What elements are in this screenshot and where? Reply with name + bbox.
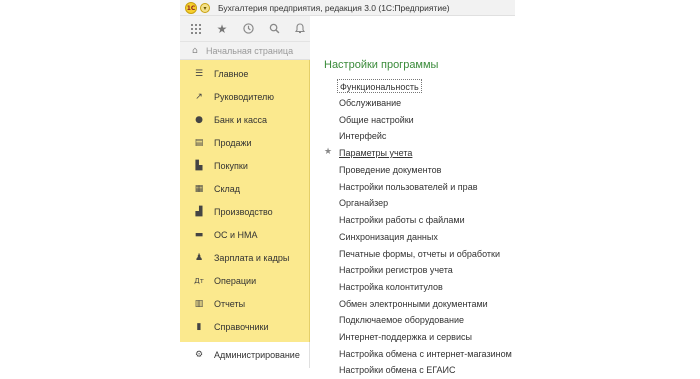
title-bar: 1С ▾ Бухгалтерия предприятия, редакция 3… xyxy=(180,0,515,16)
sidebar-item-warehouse[interactable]: ▦ Склад xyxy=(180,177,310,200)
sections-sidebar: ☰ Главное ↗ Руководителю ● Банк и касса … xyxy=(180,60,310,342)
settings-link[interactable]: Параметры учета xyxy=(339,146,412,160)
settings-link[interactable]: Настройки работы с файлами xyxy=(339,213,465,227)
sidebar-item-reports[interactable]: ▥ Отчеты xyxy=(180,292,310,315)
people-icon: ♟ xyxy=(194,252,204,263)
book-icon: ▮ xyxy=(196,321,202,332)
sidebar-item-label: Справочники xyxy=(214,321,269,332)
factory-icon: ▟ xyxy=(195,206,203,217)
sidebar-item-operations[interactable]: Дт Операции xyxy=(180,269,310,292)
app-window: 1С ▾ Бухгалтерия предприятия, редакция 3… xyxy=(180,0,515,379)
sidebar-item-label: Зарплата и кадры xyxy=(214,252,290,263)
sidebar-item-assets[interactable]: ▬ ОС и НМА xyxy=(180,223,310,246)
favorite-star-icon: ★ xyxy=(324,147,333,157)
sidebar-item-label: Отчеты xyxy=(214,298,246,309)
settings-link[interactable]: Подключаемое оборудование xyxy=(339,313,464,327)
settings-link[interactable]: Настройки регистров учета xyxy=(339,263,453,277)
history-icon[interactable] xyxy=(238,19,258,39)
sidebar-item-manager[interactable]: ↗ Руководителю xyxy=(180,85,310,108)
home-icon: ⌂ xyxy=(192,45,198,56)
page-title: Настройки программы xyxy=(324,59,439,71)
settings-link[interactable]: Настройки обмена с ЕГАИС xyxy=(339,363,456,377)
main-menu-chevron-icon[interactable]: ▾ xyxy=(200,2,210,13)
sidebar-item-main[interactable]: ☰ Главное xyxy=(180,62,310,85)
search-icon[interactable] xyxy=(264,19,284,39)
1c-logo-icon: 1С xyxy=(185,1,197,14)
warehouse-icon: ▦ xyxy=(194,183,204,194)
settings-link[interactable]: Синхронизация данных xyxy=(339,230,438,244)
settings-link[interactable]: Интернет-поддержка и сервисы xyxy=(339,330,472,344)
sidebar-item-label: Производство xyxy=(214,206,273,217)
sidebar-item-production[interactable]: ▟ Производство xyxy=(180,200,310,223)
sidebar-item-label: Продажи xyxy=(214,137,252,148)
coin-icon: ● xyxy=(195,114,203,125)
settings-panel: Настройки программы ★ Функциональность О… xyxy=(310,16,515,379)
sidebar-item-directories[interactable]: ▮ Справочники xyxy=(180,315,310,338)
settings-link[interactable]: Настройка обмена с интернет-магазином xyxy=(339,347,512,361)
operations-icon: Дт xyxy=(194,276,204,285)
settings-link[interactable]: Настройка колонтитулов xyxy=(339,280,443,294)
sidebar-item-label: Операции xyxy=(214,275,257,286)
sidebar-item-purchases[interactable]: ▙ Покупки xyxy=(180,154,310,177)
sidebar-item-label: Руководителю xyxy=(214,91,275,102)
settings-link[interactable]: Обмен электронными документами xyxy=(339,297,488,311)
sidebar-item-label: Администрирование xyxy=(214,350,300,360)
sidebar-item-label: Главное xyxy=(214,68,249,79)
settings-link[interactable]: Интерфейс xyxy=(339,129,386,143)
settings-link[interactable]: Функциональность xyxy=(337,79,422,93)
chart-icon: ▥ xyxy=(194,298,204,309)
nav-toolbar: ★ xyxy=(180,16,310,42)
sidebar-item-sales[interactable]: ▤ Продажи xyxy=(180,131,310,154)
home-page-label: Начальная страница xyxy=(206,45,294,56)
window-title: Бухгалтерия предприятия, редакция 3.0 (1… xyxy=(218,2,450,13)
settings-link[interactable]: Обслуживание xyxy=(339,96,401,110)
sales-icon: ▤ xyxy=(194,137,204,148)
truck-icon: ▬ xyxy=(194,229,204,240)
sidebar-item-label: Склад xyxy=(214,183,241,194)
star-icon[interactable]: ★ xyxy=(212,19,232,39)
trend-icon: ↗ xyxy=(195,91,203,102)
list-icon: ☰ xyxy=(194,68,204,79)
sidebar-item-administration[interactable]: ⚙ Администрирование xyxy=(180,342,310,368)
home-page-link[interactable]: ⌂ Начальная страница xyxy=(180,42,310,60)
grid-icon[interactable] xyxy=(186,19,206,39)
settings-link[interactable]: Органайзер xyxy=(339,196,388,210)
sidebar-item-label: Покупки xyxy=(214,160,248,171)
settings-link[interactable]: Настройки пользователей и прав xyxy=(339,180,477,194)
sidebar-item-salary[interactable]: ♟ Зарплата и кадры xyxy=(180,246,310,269)
settings-link[interactable]: Проведение документов xyxy=(339,163,441,177)
settings-link[interactable]: Общие настройки xyxy=(339,113,414,127)
settings-link[interactable]: Печатные формы, отчеты и обработки xyxy=(339,247,500,261)
sidebar-item-label: ОС и НМА xyxy=(214,229,258,240)
bell-icon[interactable] xyxy=(290,19,310,39)
sidebar-item-bank[interactable]: ● Банк и касса xyxy=(180,108,310,131)
gear-icon: ⚙ xyxy=(194,350,204,360)
sidebar-item-label: Банк и касса xyxy=(214,114,267,125)
cart-icon: ▙ xyxy=(195,160,203,171)
